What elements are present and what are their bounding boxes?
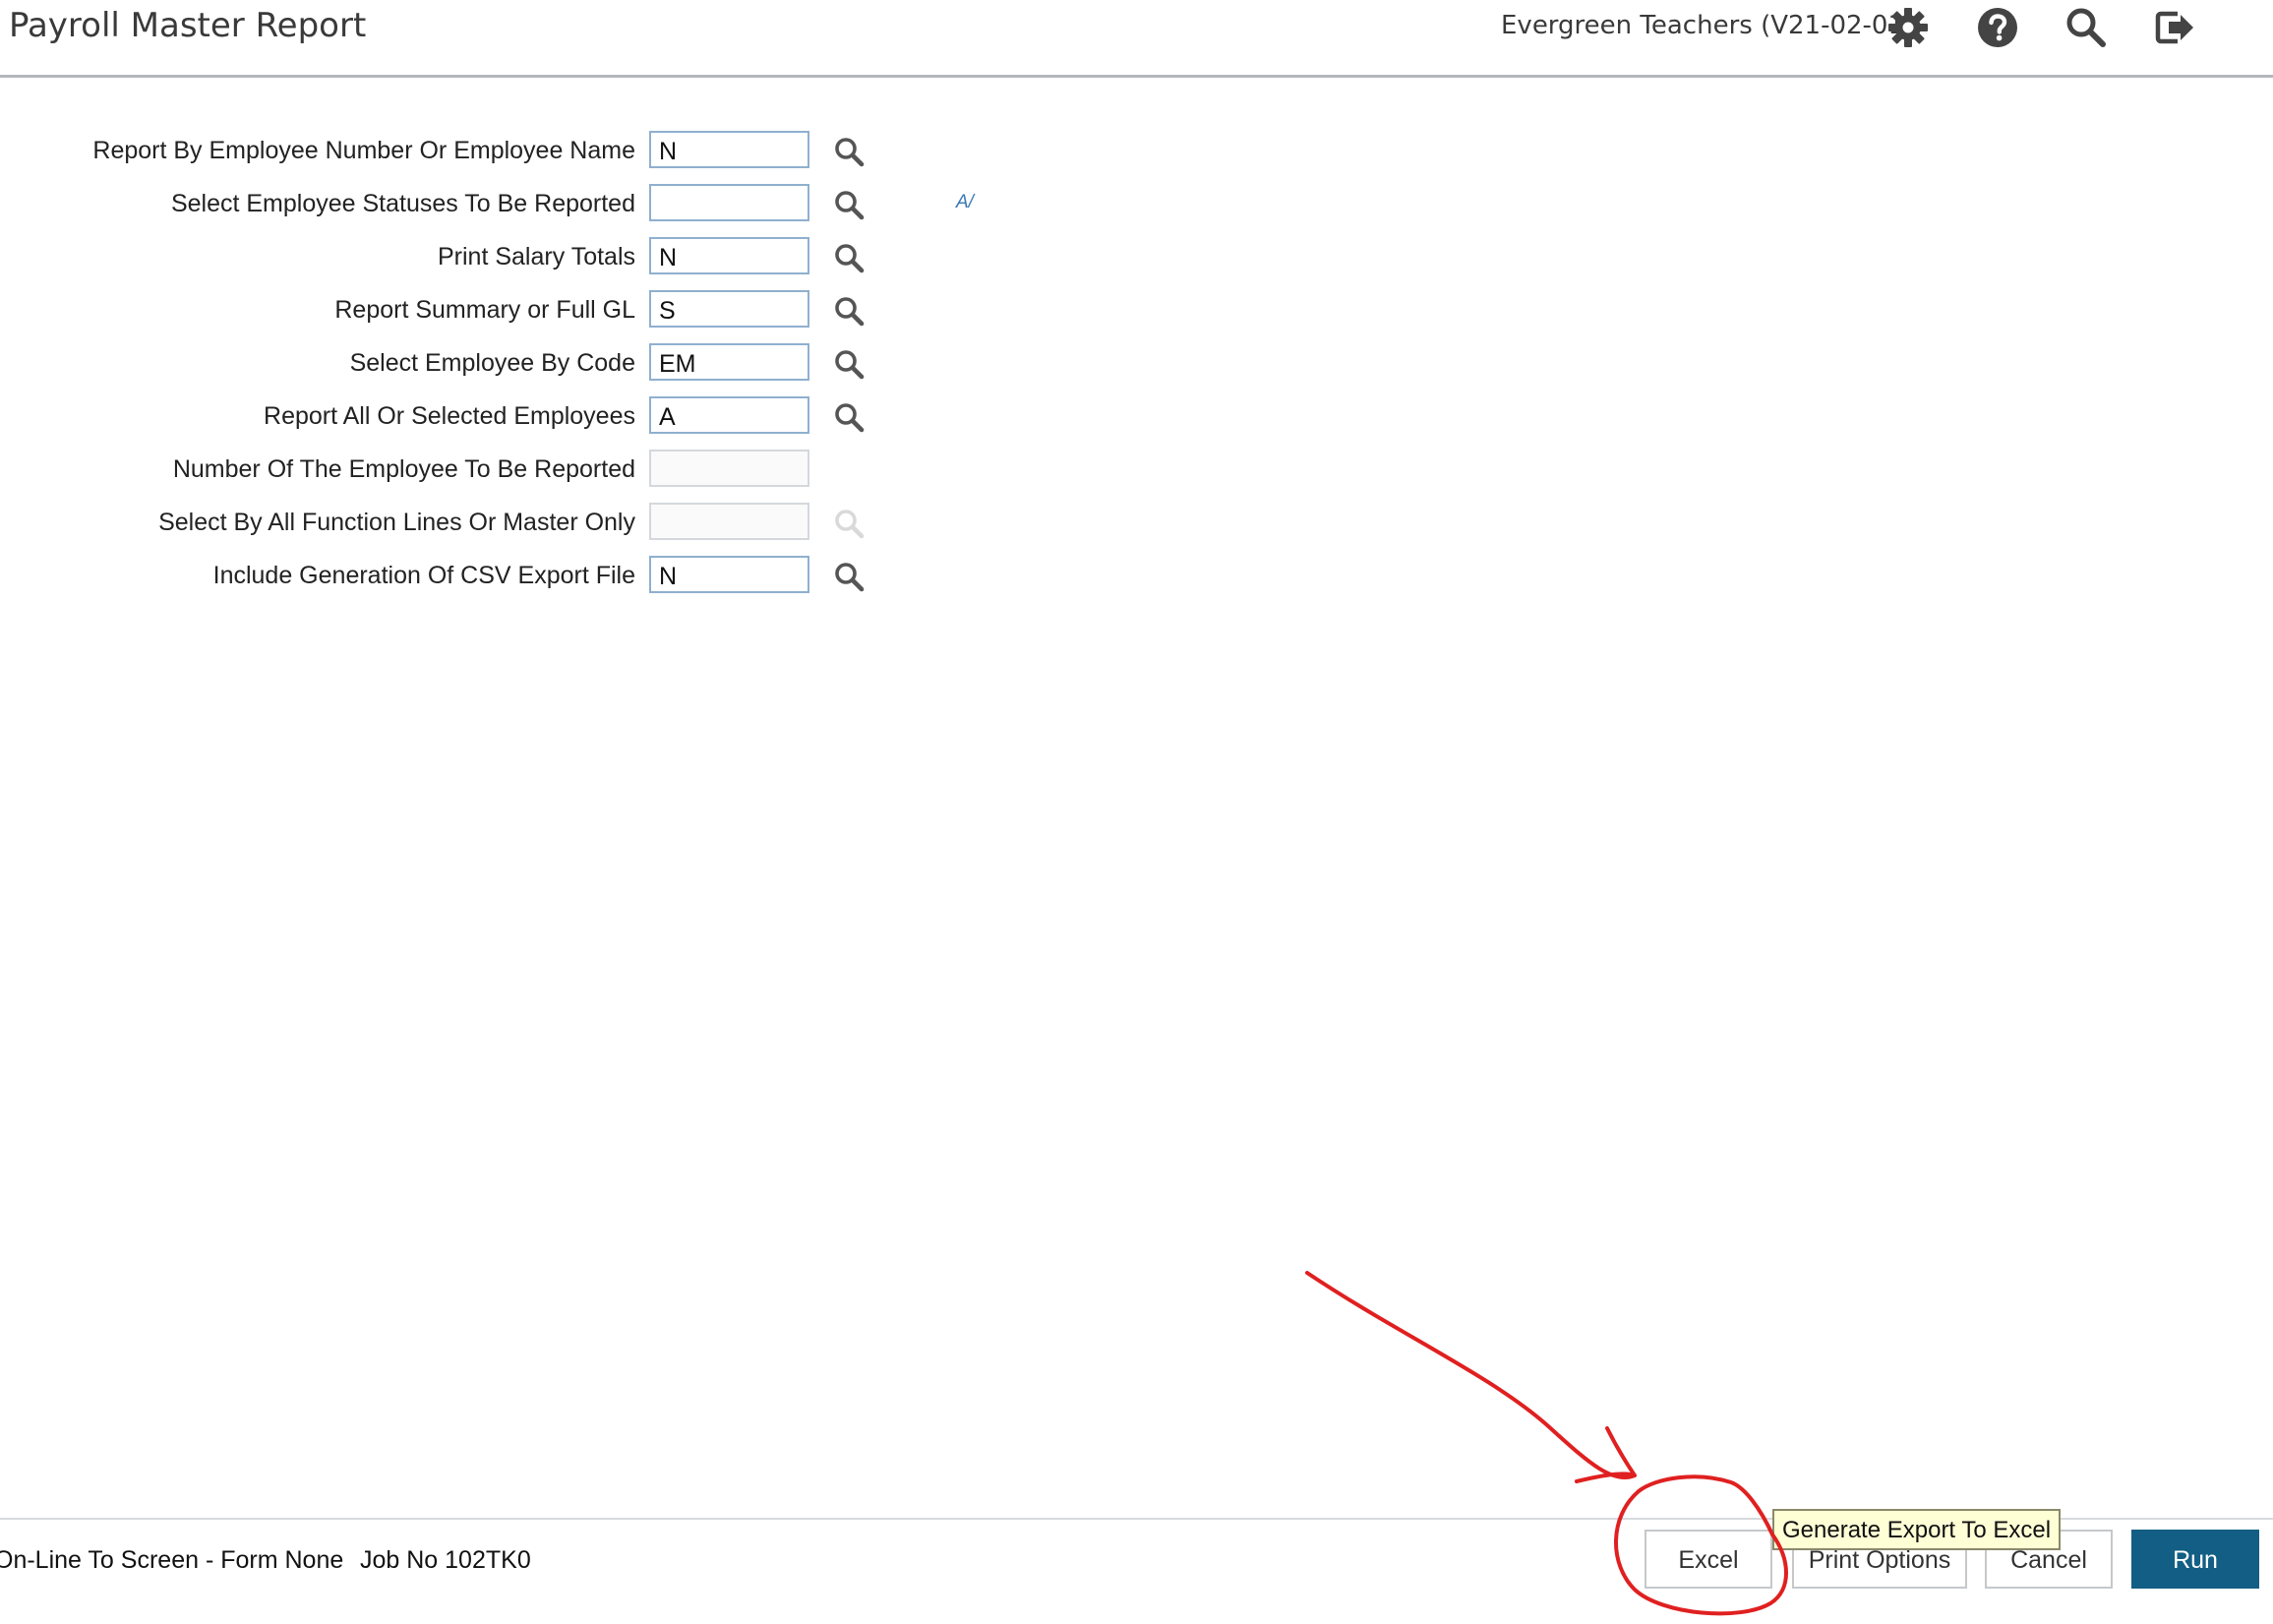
field-label: Number Of The Employee To Be Reported: [172, 455, 635, 483]
form-row-employee-number-or-name: Report By Employee Number Or Employee Na…: [0, 131, 1082, 174]
excel-tooltip: Generate Export To Excel: [1772, 1509, 2062, 1550]
field-label: Select Employee By Code: [349, 349, 635, 377]
search-icon[interactable]: [832, 241, 866, 274]
organization-version-label: Evergreen Teachers (V21-02-01): [1501, 11, 1915, 40]
statuses-side-link[interactable]: A/: [956, 192, 974, 213]
help-icon[interactable]: [1974, 4, 2021, 51]
employee-by-code-field[interactable]: [649, 343, 809, 381]
field-label: Select Employee Statuses To Be Reported: [170, 190, 635, 217]
field-label: Select By All Function Lines Or Master O…: [158, 509, 635, 536]
search-icon[interactable]: [832, 135, 866, 168]
gear-icon[interactable]: [1884, 4, 1932, 51]
search-icon[interactable]: [2063, 4, 2110, 51]
output-status-text: On-Line To Screen - Form None: [0, 1546, 344, 1574]
search-icon[interactable]: [832, 560, 866, 593]
function-lines-or-master-field: [649, 503, 809, 540]
search-icon[interactable]: [832, 294, 866, 328]
form-row-print-salary-totals: Print Salary Totals: [0, 237, 1082, 280]
all-or-selected-employees-field[interactable]: [649, 396, 809, 434]
search-icon[interactable]: [832, 347, 866, 381]
form-row-employee-by-code: Select Employee By Code: [0, 343, 1082, 387]
run-button[interactable]: Run: [2131, 1530, 2259, 1589]
form-row-all-or-selected-employees: Report All Or Selected Employees: [0, 396, 1082, 440]
field-label: Report All Or Selected Employees: [264, 402, 635, 430]
page-title: Payroll Master Report: [9, 6, 367, 45]
form-row-csv-export: Include Generation Of CSV Export File: [0, 556, 1082, 599]
employee-statuses-field[interactable]: [649, 184, 809, 221]
field-label: Report By Employee Number Or Employee Na…: [92, 137, 635, 164]
employee-number-or-name-field[interactable]: [649, 131, 809, 168]
form-row-summary-or-full-gl: Report Summary or Full GL: [0, 290, 1082, 333]
search-icon[interactable]: [832, 188, 866, 221]
summary-or-full-gl-field[interactable]: [649, 290, 809, 328]
csv-export-field[interactable]: [649, 556, 809, 593]
logout-icon[interactable]: [2151, 4, 2198, 51]
field-label: Report Summary or Full GL: [334, 296, 635, 324]
job-number-text: Job No 102TK0: [360, 1546, 531, 1574]
form-row-employee-number-to-report: Number Of The Employee To Be Reported: [0, 450, 1082, 493]
excel-button[interactable]: Excel: [1645, 1530, 1772, 1589]
field-label: Print Salary Totals: [437, 243, 635, 271]
form-row-employee-statuses: Select Employee Statuses To Be Reported: [0, 184, 1082, 227]
top-header-bar: Payroll Master Report Evergreen Teachers…: [0, 0, 2273, 78]
search-icon[interactable]: [832, 400, 866, 434]
form-row-function-lines-or-master: Select By All Function Lines Or Master O…: [0, 503, 1082, 546]
employee-number-to-report-field: [649, 450, 809, 487]
print-salary-totals-field[interactable]: [649, 237, 809, 274]
field-label: Include Generation Of CSV Export File: [212, 562, 635, 589]
search-icon: [832, 507, 866, 540]
